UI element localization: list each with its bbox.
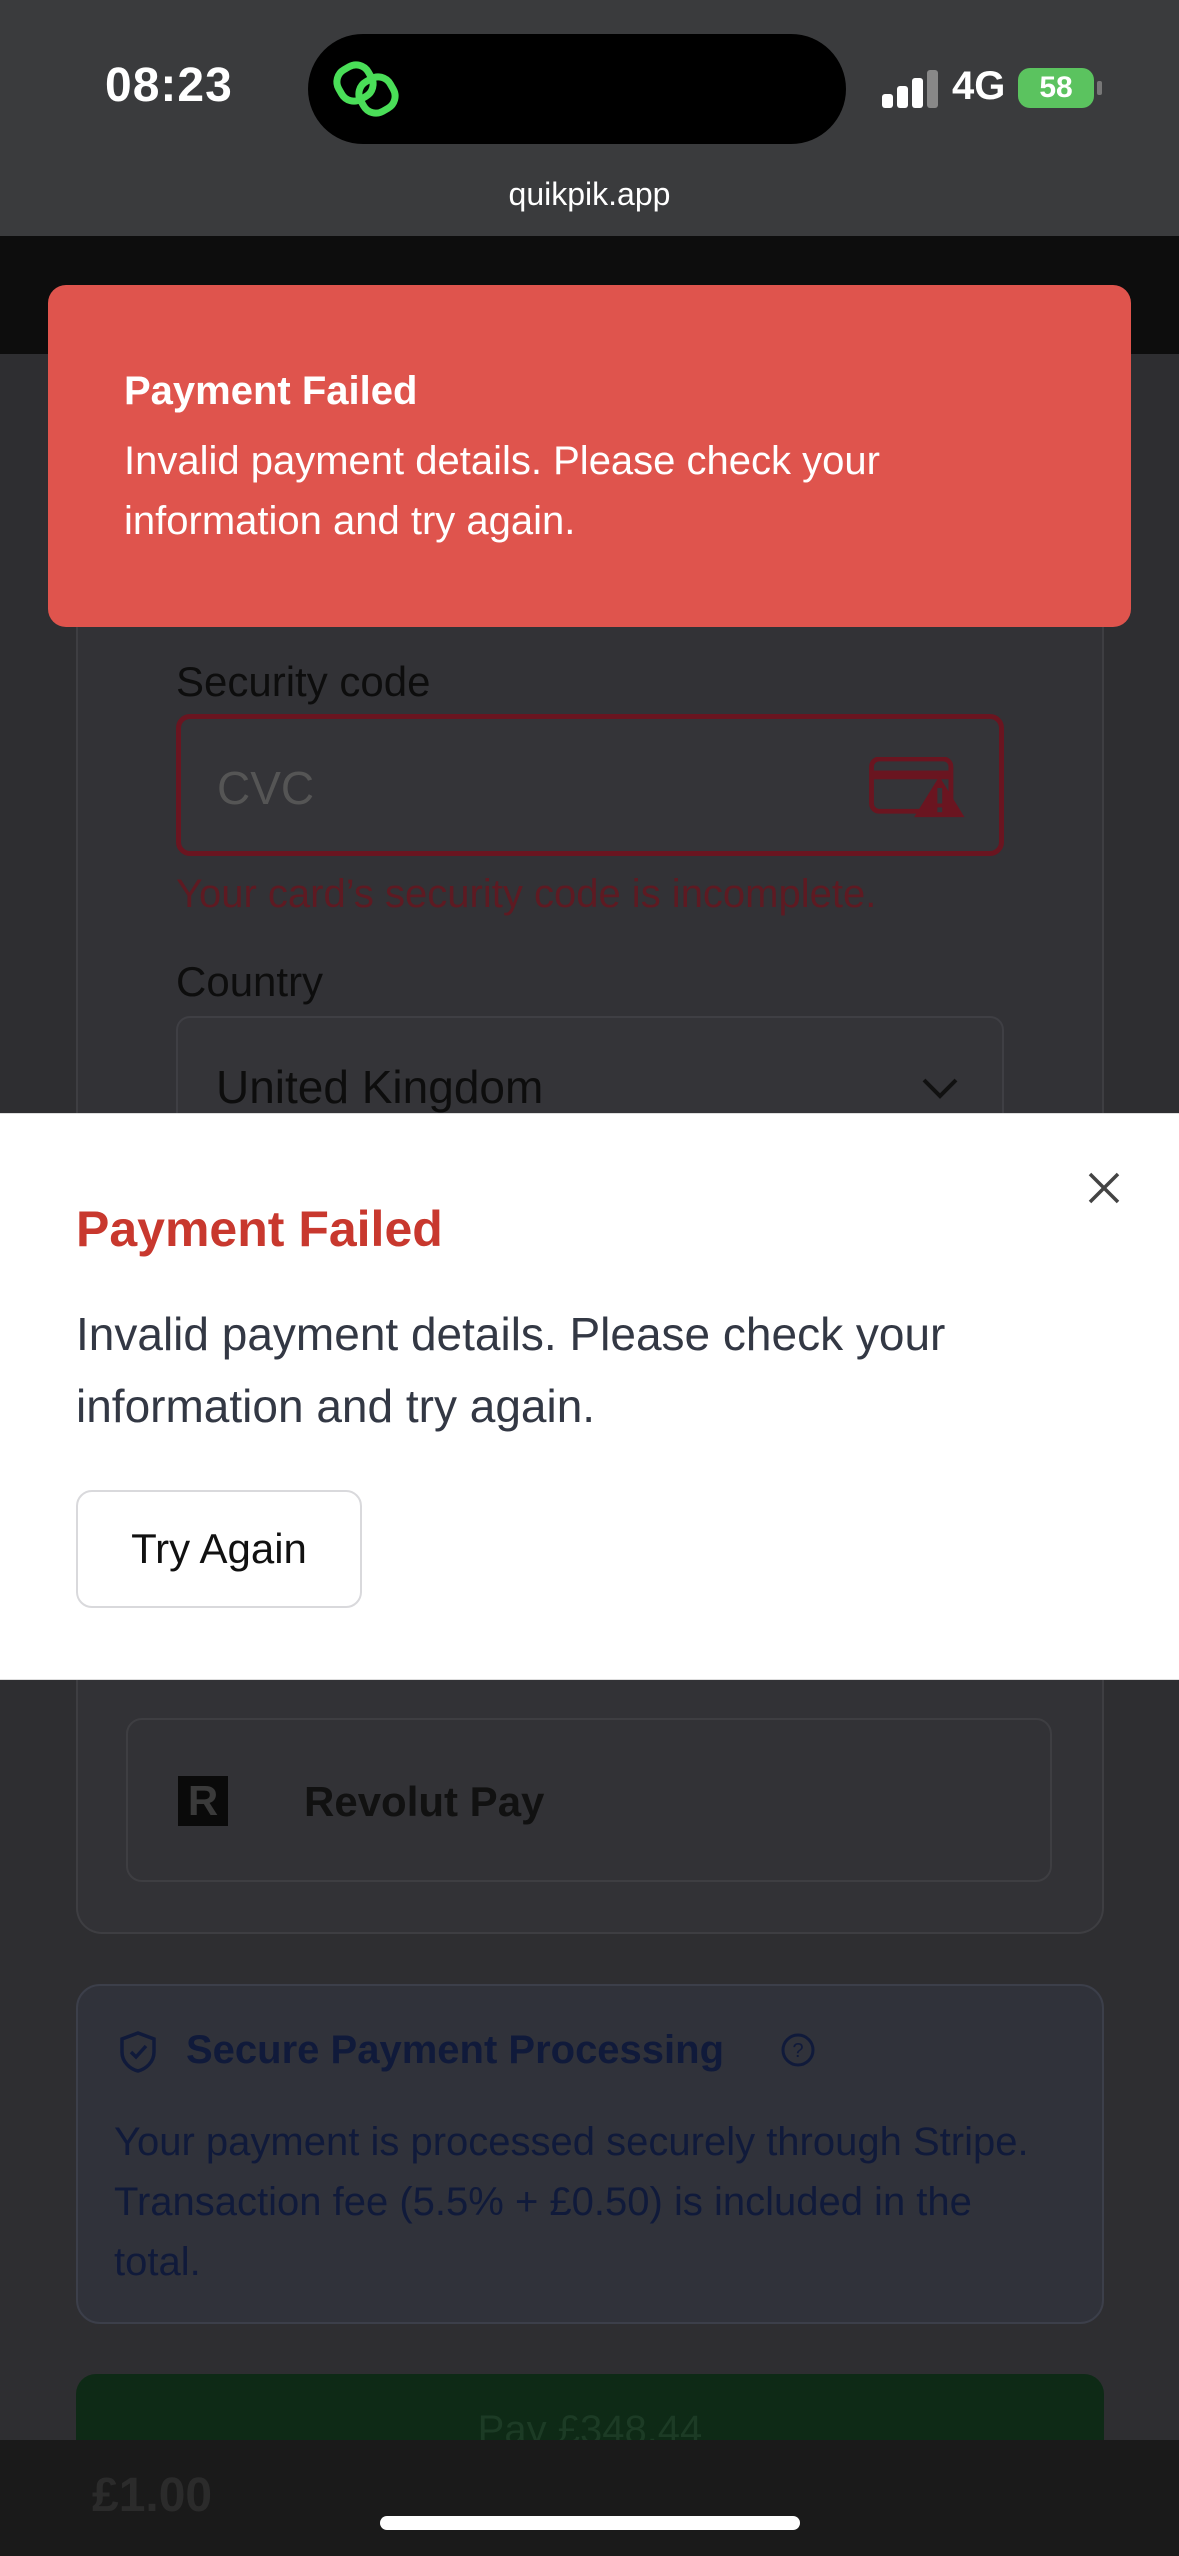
browser-url[interactable]: quikpik.app: [0, 176, 1179, 213]
revolut-logo-icon: R: [178, 1776, 228, 1826]
dialog-message: Invalid payment details. Please check yo…: [76, 1308, 946, 1432]
toast-message: Invalid payment details. Please check yo…: [124, 439, 880, 543]
secure-payment-title: Secure Payment Processing: [186, 2028, 725, 2072]
bottom-bar: £1.00: [0, 2440, 1179, 2556]
bottom-amount: £1.00: [92, 2469, 213, 2522]
shield-check-icon: [120, 2031, 156, 2073]
battery-icon: 58: [1018, 68, 1102, 108]
revolut-pay-label: Revolut Pay: [304, 1778, 545, 1825]
link-app-icon: [333, 61, 399, 117]
signal-icon: [882, 68, 938, 108]
cvc-error-message: Your card’s security code is incomplete.: [176, 872, 877, 916]
error-toast: Payment Failed Invalid payment details. …: [48, 285, 1131, 627]
status-bar: 08:23 4G 58 quikpik.app: [0, 0, 1179, 236]
try-again-button[interactable]: Try Again: [76, 1490, 362, 1608]
chevron-down-icon: [922, 1078, 958, 1099]
battery-level: 58: [1039, 71, 1073, 104]
secure-payment-info: Secure Payment Processing ? Your payment…: [76, 1984, 1104, 2324]
help-circle-icon[interactable]: ?: [780, 2032, 816, 2068]
cvc-placeholder: CVC: [217, 762, 315, 814]
secure-payment-description: Your payment is processed securely throu…: [114, 2120, 1029, 2284]
network-type: 4G: [952, 64, 1006, 108]
cvc-input[interactable]: CVC: [176, 714, 1004, 856]
toast-title: Payment Failed: [124, 369, 418, 413]
dynamic-island: [308, 34, 846, 144]
country-label: Country: [176, 958, 324, 1005]
country-value: United Kingdom: [216, 1061, 544, 1113]
card-error-icon: [869, 757, 965, 818]
revolut-pay-option[interactable]: R Revolut Pay: [126, 1718, 1052, 1882]
svg-text:?: ?: [792, 2040, 803, 2062]
close-icon[interactable]: [1082, 1166, 1126, 1210]
dialog-title: Payment Failed: [76, 1201, 443, 1257]
status-time: 08:23: [105, 59, 233, 112]
security-code-label: Security code: [176, 658, 431, 705]
home-indicator: [380, 2516, 800, 2530]
payment-failed-dialog: Payment Failed Invalid payment details. …: [0, 1113, 1179, 1680]
